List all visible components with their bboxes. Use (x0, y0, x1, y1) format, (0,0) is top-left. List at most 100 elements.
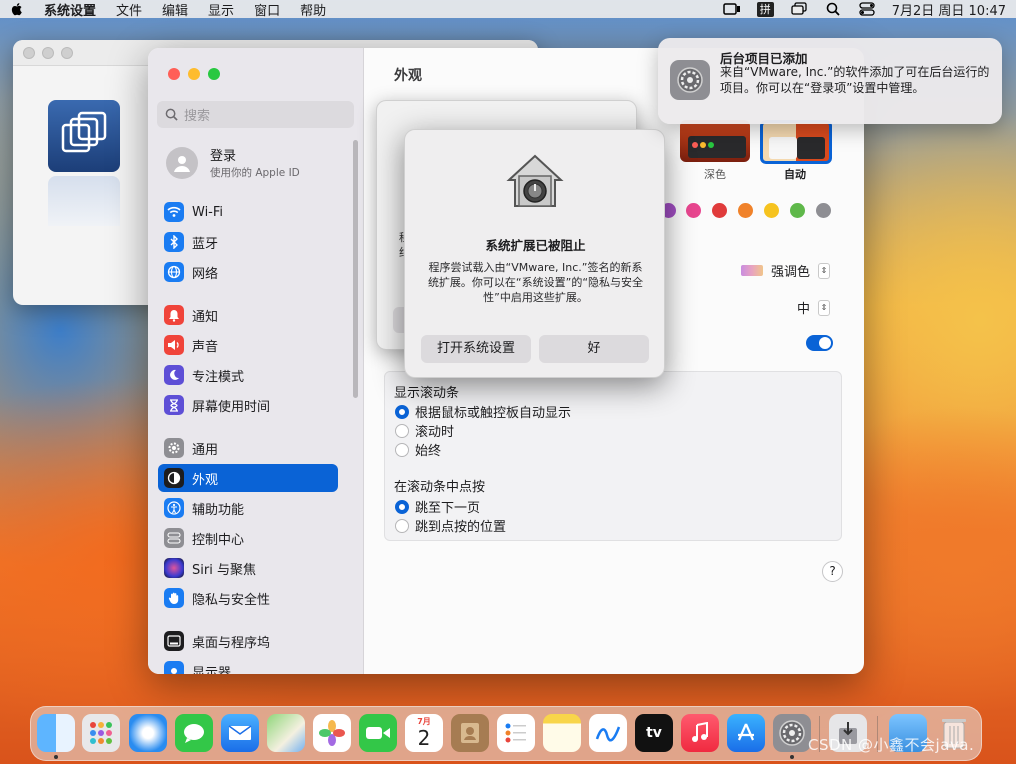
search-icon[interactable] (824, 2, 842, 16)
sidebar-item-privacy[interactable]: 隐私与安全性 (158, 584, 338, 612)
vmware-logo-icon (48, 100, 120, 172)
sidebar-item-screen-time[interactable]: 屏幕使用时间 (158, 391, 338, 419)
menu-view[interactable]: 显示 (208, 0, 234, 19)
apple-tv-icon[interactable]: tv (635, 714, 673, 752)
notes-icon[interactable] (543, 714, 581, 752)
search-icon (165, 108, 178, 121)
alert-title: 系统扩展已被阻止 (485, 238, 586, 253)
sidebar-item-general[interactable]: 通用 (158, 434, 338, 462)
radio-button (395, 423, 409, 438)
menu-app-name[interactable]: 系统设置 (44, 0, 96, 19)
sidebar-item-accessibility[interactable]: 辅助功能 (158, 494, 338, 522)
theme-auto-option[interactable] (760, 120, 832, 164)
minimize-button[interactable] (188, 68, 200, 80)
sidebar-item-displays[interactable]: 显示器 (158, 657, 338, 674)
sidebar-item-wifi[interactable]: Wi-Fi (158, 198, 338, 226)
messages-icon[interactable] (175, 714, 213, 752)
menu-help[interactable]: 帮助 (300, 0, 326, 19)
window-controls (168, 68, 220, 80)
control-center-icon[interactable] (858, 2, 876, 16)
sidebar-item-label: 屏幕使用时间 (192, 399, 271, 415)
sidebar-item-focus[interactable]: 专注模式 (158, 361, 338, 389)
accent-swatch-red[interactable] (712, 203, 727, 218)
calendar-icon[interactable]: 7月 2 (405, 714, 443, 752)
launchpad-icon[interactable] (82, 714, 120, 752)
music-icon[interactable] (681, 714, 719, 752)
accent-swatch-graphite[interactable] (816, 203, 831, 218)
close-button[interactable] (168, 68, 180, 80)
radio-jump-to-spot[interactable]: 跳到点按的位置 (395, 516, 506, 535)
search-input[interactable]: 搜索 (157, 101, 354, 128)
dock-icon (164, 631, 184, 651)
menu-edit[interactable]: 编辑 (162, 0, 188, 19)
zoom-button[interactable] (61, 46, 73, 59)
finder-icon[interactable] (37, 714, 75, 752)
radio-label: 滚动时 (415, 425, 455, 440)
accent-swatch-pink[interactable] (686, 203, 701, 218)
highlight-color-value: 强调色 (770, 265, 810, 280)
help-button[interactable]: ? (822, 561, 843, 582)
accessibility-icon (164, 498, 184, 518)
app-store-icon[interactable] (727, 714, 765, 752)
input-method-icon[interactable]: 拼 (756, 1, 774, 17)
apple-menu-icon[interactable] (10, 2, 24, 16)
sidebar-item-network[interactable]: 网络 (158, 258, 338, 286)
sidebar: 搜索 登录 使用你的 Apple ID Wi-Fi 蓝牙 网络 通知 声音 专注… (148, 48, 364, 674)
radio-button-selected (395, 404, 409, 419)
wifi-icon (164, 202, 184, 222)
radio-button-selected (395, 499, 409, 514)
accent-swatch-orange[interactable] (738, 203, 753, 218)
hand-icon (164, 588, 184, 608)
sidebar-item-sound[interactable]: 声音 (158, 331, 338, 359)
accent-swatch-green[interactable] (790, 203, 805, 218)
menu-window[interactable]: 窗口 (254, 0, 280, 19)
radio-label: 跳至下一页 (415, 501, 481, 516)
mail-icon[interactable] (221, 714, 259, 752)
sidebar-item-bluetooth[interactable]: 蓝牙 (158, 228, 338, 256)
sidebar-item-appearance[interactable]: 外观 (158, 464, 338, 492)
appearance-icon (164, 468, 184, 488)
sidebar-item-label: Siri 与聚焦 (192, 562, 256, 578)
zoom-button[interactable] (208, 68, 220, 80)
sidebar-item-notifications[interactable]: 通知 (158, 301, 338, 329)
close-button[interactable] (23, 46, 35, 59)
safari-icon[interactable] (129, 714, 167, 752)
screen-record-icon[interactable] (722, 2, 741, 16)
radio-when-scrolling[interactable]: 滚动时 (395, 421, 454, 440)
open-system-settings-button[interactable]: 打开系统设置 (421, 335, 531, 363)
sidebar-item-control-center[interactable]: 控制中心 (158, 524, 338, 552)
highlight-color-select[interactable]: 强调色 ⇕ (740, 261, 830, 280)
sidebar-scrollbar[interactable] (353, 140, 358, 398)
ok-button[interactable]: 好 (539, 335, 649, 363)
gear-icon (164, 438, 184, 458)
apple-id-signin[interactable]: 登录 使用你的 Apple ID (166, 145, 300, 180)
radio-jump-next-page[interactable]: 跳至下一页 (395, 497, 480, 516)
freeform-icon[interactable] (589, 714, 627, 752)
accent-swatch-yellow[interactable] (764, 203, 779, 218)
minimize-button[interactable] (42, 46, 54, 59)
window-stack-icon[interactable] (790, 2, 808, 16)
theme-dark-option[interactable] (680, 120, 750, 162)
sidebar-item-label: 显示器 (192, 665, 232, 675)
menu-file[interactable]: 文件 (116, 0, 142, 19)
contacts-icon[interactable] (451, 714, 489, 752)
menubar-clock[interactable]: 7月2日 周日 10:47 (892, 0, 1006, 19)
facetime-icon[interactable] (359, 714, 397, 752)
sidebar-icon-size-select[interactable]: 中 ⇕ (797, 298, 830, 317)
radio-label: 始终 (415, 444, 442, 459)
radio-always[interactable]: 始终 (395, 440, 441, 459)
maps-icon[interactable] (267, 714, 305, 752)
wallpaper-tint-toggle[interactable] (806, 335, 833, 351)
sidebar-item-label: 蓝牙 (192, 236, 219, 252)
sidebar-item-siri[interactable]: Siri 与聚焦 (158, 554, 338, 582)
radio-button (395, 442, 409, 457)
apple-tv-label: tv (646, 725, 662, 741)
show-scrollbars-title: 显示滚动条 (394, 386, 460, 401)
photos-icon[interactable] (313, 714, 351, 752)
system-settings-icon[interactable] (773, 714, 811, 752)
sidebar-item-label: 控制中心 (192, 532, 245, 548)
reminders-icon[interactable] (497, 714, 535, 752)
notification-banner[interactable]: 后台项目已添加 来自“VMware, Inc.”的软件添加了可在后台运行的项目。… (658, 38, 1002, 124)
radio-auto-show[interactable]: 根据鼠标或触控板自动显示 (395, 402, 571, 421)
sidebar-item-desktop-dock[interactable]: 桌面与程序坞 (158, 627, 338, 655)
